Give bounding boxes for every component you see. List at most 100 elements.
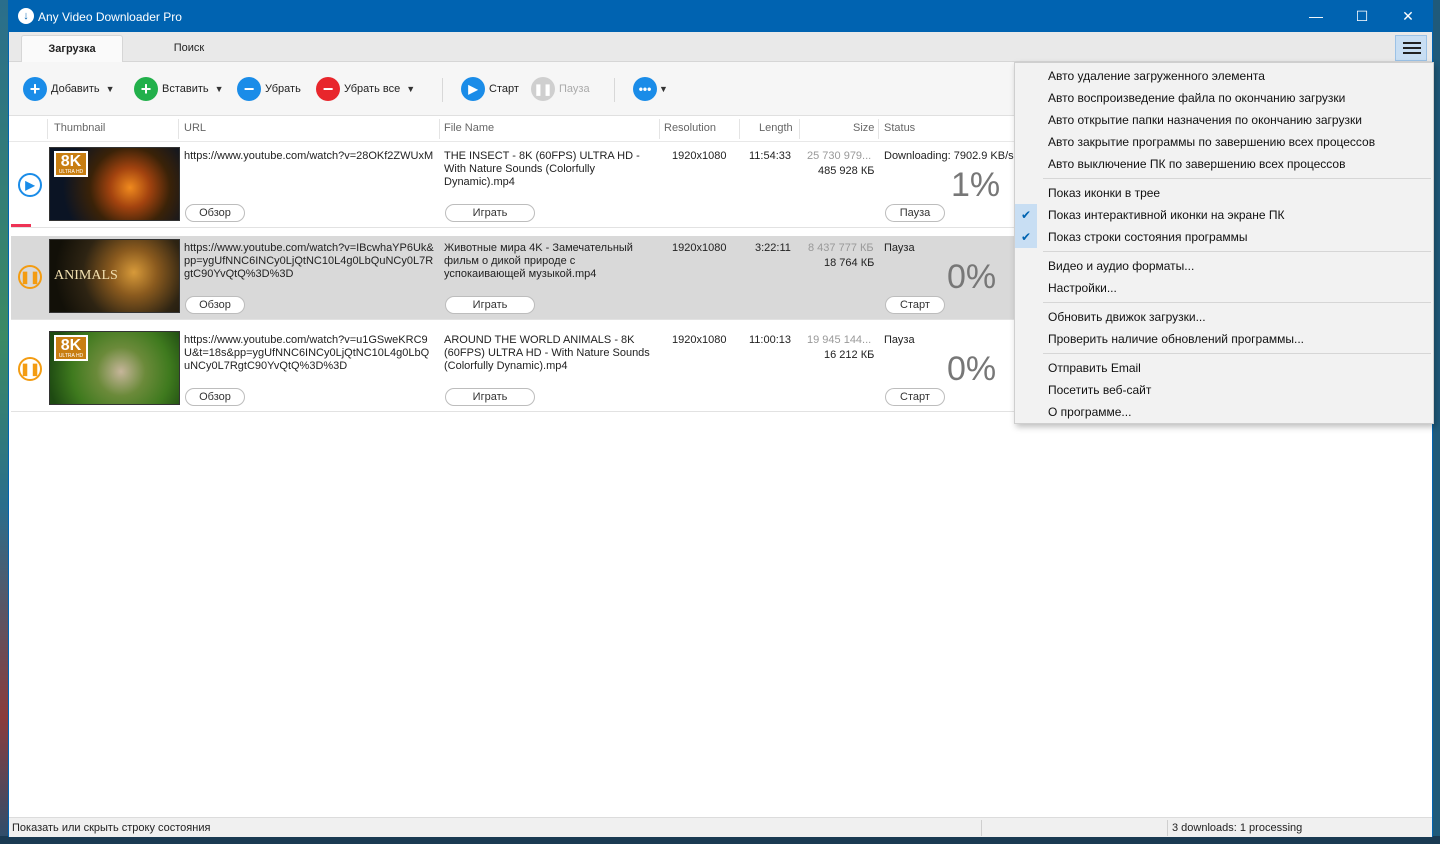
row-size-done: 18 764 КБ bbox=[824, 257, 875, 269]
badge-subtext: ULTRA HD bbox=[58, 169, 84, 175]
column-size[interactable]: Size bbox=[853, 122, 874, 134]
column-file-name[interactable]: File Name bbox=[444, 122, 494, 134]
video-thumbnail: 8K ULTRA HD bbox=[49, 147, 180, 221]
row-file-name: AROUND THE WORLD ANIMALS - 8K (60FPS) UL… bbox=[444, 334, 653, 372]
row-resolution: 1920x1080 bbox=[672, 242, 727, 254]
status-divider bbox=[1167, 820, 1168, 836]
menu-item-auto-shutdown[interactable]: Авто выключение ПК по завершению всех пр… bbox=[1015, 153, 1433, 175]
menu-item-label: Показ строки состояния программы bbox=[1048, 230, 1248, 244]
menu-item-tray-icon[interactable]: Показ иконки в трее bbox=[1015, 182, 1433, 204]
menu-item-label: Показ иконки в трее bbox=[1048, 186, 1161, 200]
menu-item-settings[interactable]: Настройки... bbox=[1015, 277, 1433, 299]
add-button[interactable]: + Добавить ▼ bbox=[23, 76, 115, 102]
column-length[interactable]: Length bbox=[759, 122, 793, 134]
menu-item-label: Видео и аудио форматы... bbox=[1048, 259, 1195, 273]
row-file-name: THE INSECT - 8K (60FPS) ULTRA HD - With … bbox=[444, 150, 643, 188]
menu-item-desktop-icon[interactable]: ✔ Показ интерактивной иконки на экране ПК bbox=[1015, 204, 1433, 226]
play-button[interactable]: Играть bbox=[445, 204, 535, 222]
column-resolution[interactable]: Resolution bbox=[664, 122, 716, 134]
table-row[interactable]: ❚❚ 8K ULTRA HD https://www.youtube.com/wa… bbox=[11, 328, 1014, 412]
menu-item-label: Авто удаление загруженного элемента bbox=[1048, 69, 1265, 83]
pause-icon[interactable]: ❚❚ bbox=[18, 265, 42, 289]
menu-item-auto-play[interactable]: Авто воспроизведение файла по окончанию … bbox=[1015, 87, 1433, 109]
chevron-down-icon[interactable]: ▼ bbox=[215, 84, 224, 94]
browse-button[interactable]: Обзор bbox=[185, 296, 245, 314]
progress-percent: 0% bbox=[947, 258, 997, 296]
status-hint: Показать или скрыть строку состояния bbox=[12, 822, 211, 834]
menu-item-label: Авто воспроизведение файла по окончанию … bbox=[1048, 91, 1346, 105]
pause-row-button[interactable]: Пауза bbox=[885, 204, 945, 222]
menu-item-auto-close[interactable]: Авто закрытие программы по завершению вс… bbox=[1015, 131, 1433, 153]
hamburger-icon-line bbox=[1403, 52, 1421, 54]
column-divider bbox=[799, 119, 800, 139]
toolbar-divider bbox=[614, 78, 615, 102]
menu-separator bbox=[1043, 178, 1431, 179]
minimize-button[interactable]: — bbox=[1293, 1, 1339, 32]
play-button[interactable]: Играть bbox=[445, 296, 535, 314]
plus-icon: + bbox=[134, 77, 158, 101]
row-status: Downloading: 7902.9 KB/s bbox=[884, 150, 1014, 162]
minus-icon: − bbox=[316, 77, 340, 101]
tab-bar: Загрузка Поиск bbox=[9, 32, 1432, 62]
table-row[interactable]: ❚❚ ANIMALS https://www.youtube.com/watch… bbox=[11, 236, 1014, 320]
start-row-button[interactable]: Старт bbox=[885, 388, 945, 406]
column-divider bbox=[739, 119, 740, 139]
tab-download[interactable]: Загрузка bbox=[21, 35, 123, 62]
row-url: https://www.youtube.com/watch?v=u1GSweKR… bbox=[184, 334, 430, 372]
close-button[interactable]: ✕ bbox=[1385, 1, 1431, 32]
hamburger-menu-button[interactable] bbox=[1395, 35, 1427, 61]
maximize-button[interactable]: ☐ bbox=[1339, 1, 1385, 32]
pause-icon[interactable]: ❚❚ bbox=[18, 357, 42, 381]
paste-button[interactable]: + Вставить ▼ bbox=[134, 76, 224, 102]
pause-label: Пауза bbox=[559, 83, 590, 95]
menu-item-auto-remove[interactable]: Авто удаление загруженного элемента bbox=[1015, 65, 1433, 87]
row-size-total: 8 437 777 КБ bbox=[808, 242, 874, 254]
row-url: https://www.youtube.com/watch?v=28OKf2ZW… bbox=[184, 150, 434, 162]
row-url: https://www.youtube.com/watch?v=IBcwhaYP… bbox=[184, 242, 434, 280]
add-label: Добавить bbox=[51, 83, 100, 95]
pause-button[interactable]: ❚❚ Пауза bbox=[531, 76, 590, 102]
download-count: 3 downloads: 1 processing bbox=[1172, 822, 1303, 834]
column-thumbnail[interactable]: Thumbnail bbox=[54, 122, 105, 134]
menu-separator bbox=[1043, 251, 1431, 252]
column-divider bbox=[878, 119, 879, 139]
remove-button[interactable]: − Убрать bbox=[237, 76, 301, 102]
menu-item-send-email[interactable]: Отправить Email bbox=[1015, 357, 1433, 379]
remove-all-button[interactable]: − Убрать все ▼ bbox=[316, 76, 415, 102]
badge-subtext: ULTRA HD bbox=[58, 353, 84, 359]
column-divider bbox=[178, 119, 179, 139]
menu-item-visit-website[interactable]: Посетить веб-сайт bbox=[1015, 379, 1433, 401]
hamburger-icon bbox=[1403, 42, 1421, 44]
start-row-button[interactable]: Старт bbox=[885, 296, 945, 314]
pause-icon: ❚❚ bbox=[531, 77, 555, 101]
chevron-down-icon[interactable]: ▼ bbox=[406, 84, 415, 94]
more-options-button[interactable]: ••• ▼ bbox=[633, 76, 668, 102]
ellipsis-icon: ••• bbox=[633, 77, 657, 101]
toolbar-divider bbox=[442, 78, 443, 102]
column-divider bbox=[439, 119, 440, 139]
menu-item-auto-open-folder[interactable]: Авто открытие папки назначения по оконча… bbox=[1015, 109, 1433, 131]
tab-search[interactable]: Поиск bbox=[149, 35, 229, 62]
play-button[interactable]: Играть bbox=[445, 388, 535, 406]
menu-item-check-updates[interactable]: Проверить наличие обновлений программы..… bbox=[1015, 328, 1433, 350]
table-row[interactable]: ▶ 8K ULTRA HD https://www.youtube.com/wat… bbox=[11, 144, 1014, 228]
browse-button[interactable]: Обзор bbox=[185, 204, 245, 222]
settings-dropdown-menu: Авто удаление загруженного элемента Авто… bbox=[1014, 62, 1434, 424]
play-icon: ▶ bbox=[461, 77, 485, 101]
desktop-background-strip bbox=[0, 0, 8, 844]
menu-item-status-bar[interactable]: ✔ Показ строки состояния программы bbox=[1015, 226, 1433, 248]
remove-all-label: Убрать все bbox=[344, 83, 401, 95]
menu-item-about[interactable]: О программе... bbox=[1015, 401, 1433, 423]
start-button[interactable]: ▶ Старт bbox=[461, 76, 519, 102]
menu-item-formats[interactable]: Видео и аудио форматы... bbox=[1015, 255, 1433, 277]
row-status: Пауза bbox=[884, 334, 915, 346]
column-status[interactable]: Status bbox=[884, 122, 915, 134]
column-url[interactable]: URL bbox=[184, 122, 206, 134]
browse-button[interactable]: Обзор bbox=[185, 388, 245, 406]
app-download-icon: ↓ bbox=[18, 8, 34, 24]
menu-separator bbox=[1043, 302, 1431, 303]
play-icon[interactable]: ▶ bbox=[18, 173, 42, 197]
menu-item-update-engine[interactable]: Обновить движок загрузки... bbox=[1015, 306, 1433, 328]
hamburger-icon-line bbox=[1403, 47, 1421, 49]
chevron-down-icon[interactable]: ▼ bbox=[106, 84, 115, 94]
